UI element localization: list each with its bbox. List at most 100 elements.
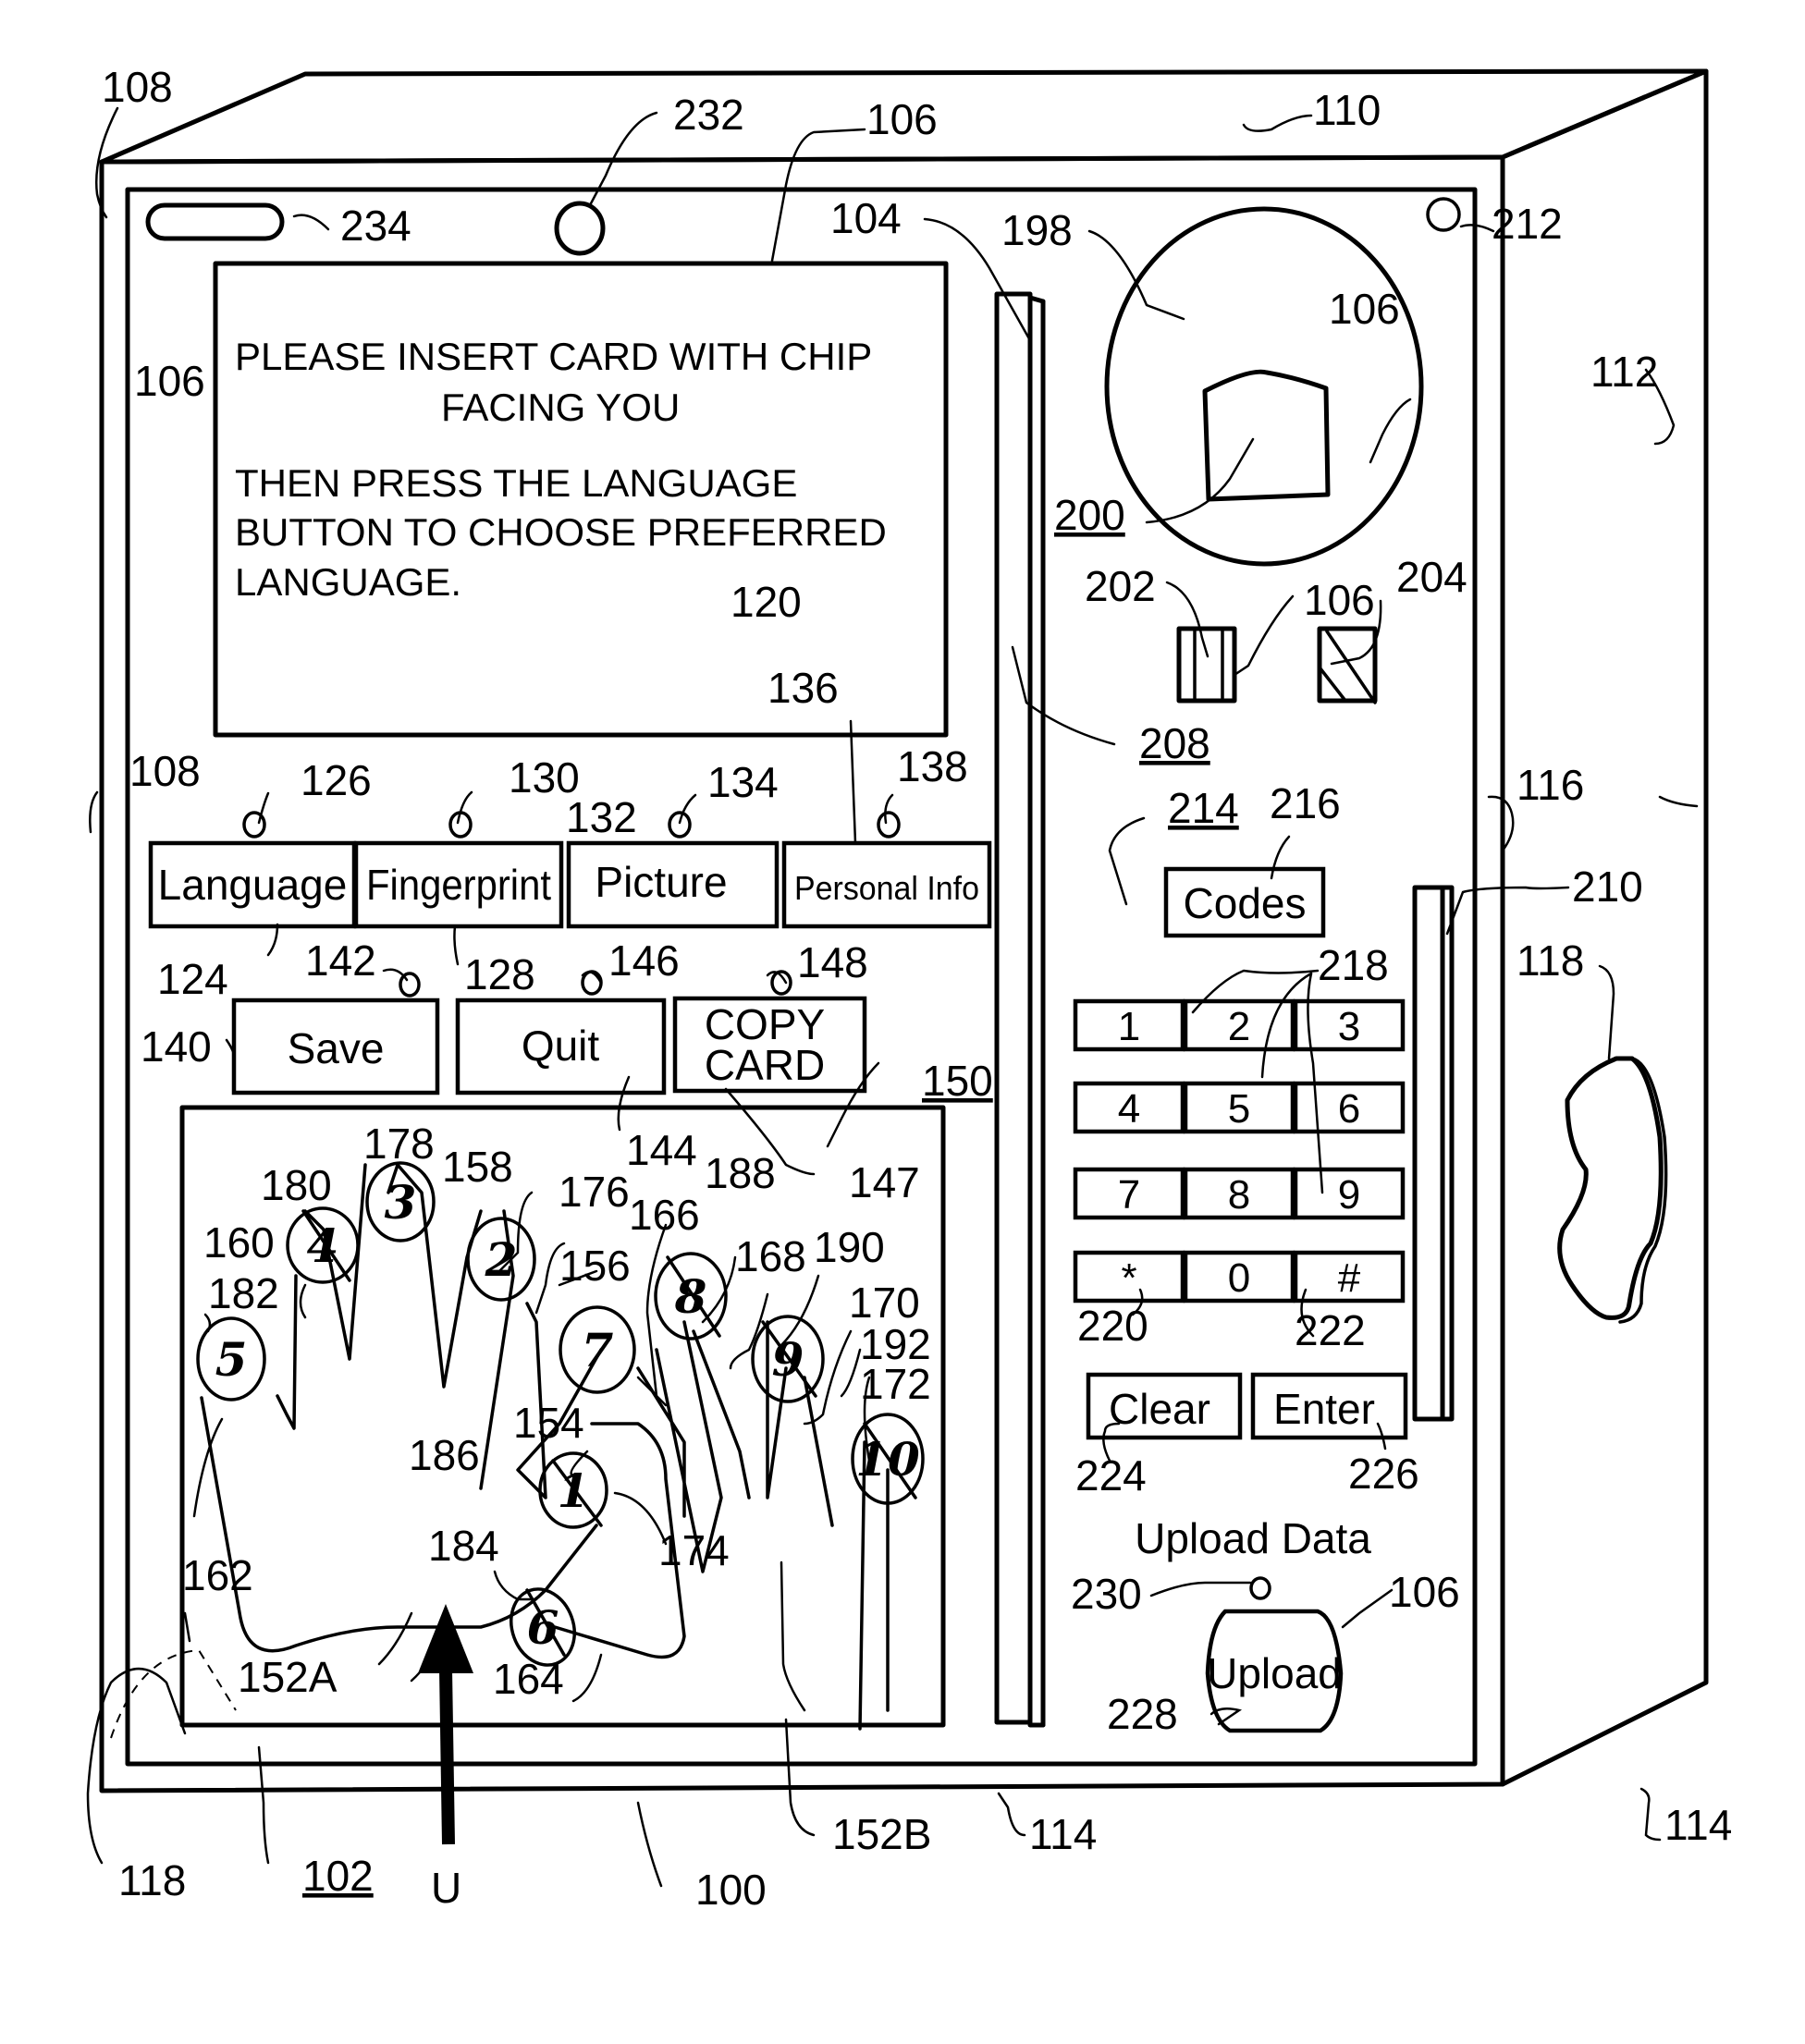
ref-152a: 152A [238,1653,338,1701]
keypad-key-label: 9 [1338,1172,1360,1218]
ref-118-handle: 118 [1516,936,1584,985]
keypad-key-label: 0 [1228,1255,1250,1301]
ref-user: U [431,1864,461,1912]
card-reader-slot[interactable] [994,291,1046,1728]
quit-button[interactable]: Quit [455,998,667,1095]
keypad-key-star[interactable]: * [1073,1250,1185,1304]
copy-card-button[interactable]: COPY CARD [672,996,867,1094]
keypad-key-label: 3 [1338,1004,1360,1049]
clear-button[interactable]: Clear [1086,1372,1243,1440]
cabinet-side-face [1500,68,1709,1787]
ref-140: 140 [141,1022,212,1071]
copy-card-button-label-2: CARD [705,1041,825,1089]
ref-116: 116 [1516,761,1584,809]
ref-222: 222 [1295,1306,1366,1354]
svg-text:8: 8 [674,1269,707,1324]
kiosk-cabinet [99,68,1709,1793]
ref-178: 178 [363,1120,435,1168]
finger-marker-4: 4 [286,1206,360,1284]
ref-112: 112 [1590,348,1658,396]
keypad-key-1[interactable]: 1 [1073,998,1185,1052]
save-button[interactable]: Save [231,998,440,1095]
keypad-key-6[interactable]: 6 [1293,1081,1406,1134]
codes-button[interactable]: Codes [1163,866,1326,938]
keypad-key-9[interactable]: 9 [1293,1167,1406,1220]
ref-106-camera: 106 [1329,285,1400,333]
ref-214: 214 [1168,784,1239,832]
ref-180: 180 [261,1161,332,1209]
keypad-key-8[interactable]: 8 [1183,1167,1295,1220]
ref-136-label: 136 [767,664,839,712]
ref-146: 146 [608,936,680,985]
keypad-key-4[interactable]: 4 [1073,1081,1185,1134]
keypad-key-label: 4 [1118,1086,1140,1132]
ref-128: 128 [464,950,535,998]
kiosk-drawing: PLEASE INSERT CARD WITH CHIP FACING YOU … [86,63,1732,1914]
keypad-key-5[interactable]: 5 [1183,1081,1295,1134]
door-handle[interactable] [1557,1056,1664,1320]
ref-118-bottom: 118 [118,1856,186,1904]
keypad-key-label: # [1338,1255,1361,1301]
face-frame [1202,369,1331,502]
ref-106-sensor: 106 [1304,576,1375,624]
ref-110: 110 [1313,86,1381,134]
ref-134: 134 [707,758,779,806]
language-button-label: Language [158,861,348,909]
picture-button[interactable]: Picture [566,840,780,929]
keypad-key-hash[interactable]: # [1293,1250,1406,1304]
ref-200: 200 [1054,491,1125,539]
keypad-key-0[interactable]: 0 [1183,1250,1295,1304]
ref-154: 154 [513,1399,584,1447]
ref-158: 158 [442,1143,513,1191]
ref-124: 124 [157,955,228,1003]
svg-text:5: 5 [215,1332,248,1387]
personal-info-button-label: Personal Info [794,869,979,907]
card-dispenser-slot[interactable] [1412,885,1455,1422]
ref-210: 210 [1572,863,1643,911]
ref-156: 156 [559,1242,631,1290]
camera-window [1104,206,1424,567]
ref-234: 234 [340,202,411,250]
ref-114-front: 114 [1029,1810,1097,1858]
ref-208: 208 [1139,719,1210,767]
fingerprint-button-label: Fingerprint [366,861,551,909]
codes-button-label: Codes [1184,879,1307,927]
language-button[interactable]: Language [148,840,357,929]
keypad-key-label: 5 [1228,1086,1250,1132]
ref-190: 190 [814,1223,885,1271]
personal-info-button[interactable]: Personal Info [781,840,992,929]
ref-142: 142 [305,936,376,985]
ref-188: 188 [705,1149,776,1197]
enter-button-label: Enter [1273,1385,1375,1433]
finger-marker-8: 8 [654,1252,728,1340]
ref-148: 148 [797,938,868,986]
ref-176: 176 [559,1168,630,1216]
ref-100: 100 [695,1866,767,1914]
ref-182: 182 [208,1269,279,1317]
ref-228: 228 [1107,1690,1178,1738]
keypad-key-label: 1 [1118,1004,1140,1049]
ref-106-left: 106 [134,357,205,405]
upload-button[interactable]: Upload [1205,1609,1344,1733]
enter-button[interactable]: Enter [1250,1372,1408,1440]
ref-174: 174 [658,1526,730,1574]
fingerprint-indicator-led [448,811,473,838]
save-button-label: Save [288,1024,385,1072]
keypad-key-2[interactable]: 2 [1183,998,1295,1052]
ref-132: 132 [566,793,637,841]
finger-marker-1: 1 [538,1451,608,1529]
ref-126: 126 [301,756,372,804]
ref-216: 216 [1270,779,1341,827]
ref-162: 162 [182,1551,253,1599]
ref-106-upload: 106 [1389,1568,1460,1616]
picture-button-label: Picture [595,858,727,906]
fingerprint-button[interactable]: Fingerprint [353,840,564,929]
status-led [1426,197,1461,232]
keypad-key-7[interactable]: 7 [1073,1167,1185,1220]
ref-104: 104 [830,194,902,242]
finger-marker-7: 7 [559,1305,636,1394]
screen-line-4: BUTTON TO CHOOSE PREFERRED [235,510,887,554]
ref-184: 184 [428,1522,499,1570]
personal-info-indicator-led [877,811,901,838]
keypad-key-3[interactable]: 3 [1293,998,1406,1052]
